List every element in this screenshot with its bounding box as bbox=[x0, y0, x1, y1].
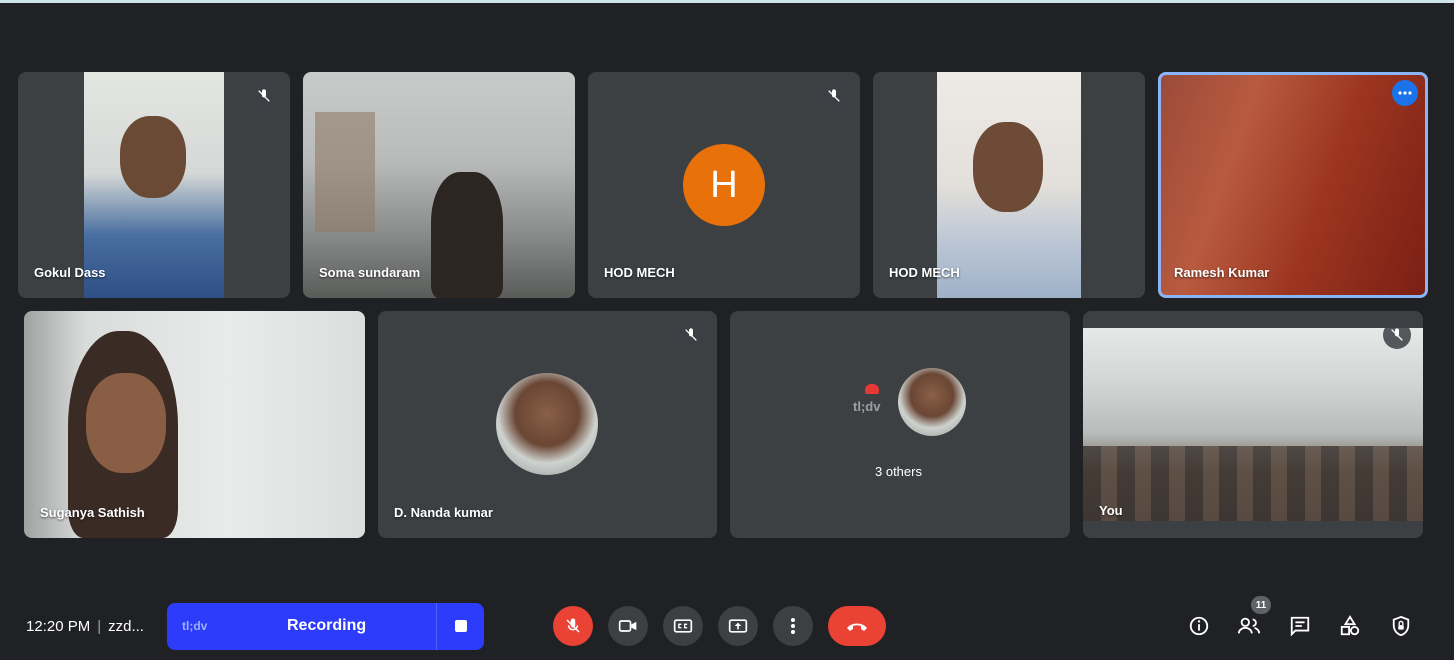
participant-tile-hod-mech-video[interactable]: HOD MECH bbox=[873, 72, 1145, 298]
meeting-details-button[interactable] bbox=[1186, 613, 1212, 639]
recording-banner: tl;dv Recording bbox=[167, 603, 484, 650]
window-top-border bbox=[0, 0, 1454, 3]
mic-off-icon bbox=[250, 82, 278, 110]
participant-tile-d-nanda-kumar[interactable]: D. Nanda kumar bbox=[378, 311, 717, 538]
participant-tile-others[interactable]: tl;dv 3 others bbox=[730, 311, 1070, 538]
participant-name: Ramesh Kumar bbox=[1174, 265, 1270, 280]
activities-icon bbox=[1340, 615, 1360, 636]
mic-off-icon bbox=[677, 321, 705, 349]
divider bbox=[436, 603, 437, 650]
person-face bbox=[86, 373, 166, 473]
participant-name: You bbox=[1099, 503, 1123, 518]
meeting-time-and-code: 12:20 PM | zzd... bbox=[26, 618, 144, 635]
mic-off-icon bbox=[820, 82, 848, 110]
santa-hat-icon bbox=[865, 384, 879, 394]
people-button[interactable] bbox=[1236, 613, 1262, 639]
stop-recording-button[interactable] bbox=[455, 620, 467, 632]
participant-video bbox=[24, 311, 365, 538]
participant-name: Gokul Dass bbox=[34, 265, 106, 280]
camera-toggle-button[interactable] bbox=[608, 606, 648, 646]
participant-tile-hod-mech[interactable]: H HOD MECH bbox=[588, 72, 860, 298]
chat-button[interactable] bbox=[1287, 613, 1313, 639]
people-icon bbox=[1237, 617, 1261, 634]
captions-icon bbox=[673, 619, 693, 633]
more-vert-icon bbox=[791, 618, 795, 634]
recording-label: Recording bbox=[287, 617, 367, 634]
background-window bbox=[315, 112, 375, 232]
person-figure bbox=[431, 172, 503, 298]
leave-call-button[interactable] bbox=[828, 606, 886, 646]
participant-name: D. Nanda kumar bbox=[394, 505, 493, 520]
info-icon bbox=[1189, 616, 1209, 636]
mic-off-icon bbox=[566, 618, 580, 633]
participant-tile-suganya-sathish[interactable]: Suganya Sathish bbox=[24, 311, 365, 538]
participant-name: HOD MECH bbox=[604, 265, 675, 280]
tldv-watermark: tl;dv bbox=[853, 399, 881, 414]
call-end-icon bbox=[847, 623, 867, 631]
captions-button[interactable] bbox=[663, 606, 703, 646]
participant-video bbox=[1083, 328, 1423, 521]
present-screen-button[interactable] bbox=[718, 606, 758, 646]
tldv-logo: tl;dv bbox=[182, 619, 208, 633]
mic-off-icon bbox=[1383, 321, 1411, 349]
others-count-label: 3 others bbox=[875, 464, 922, 479]
separator: | bbox=[97, 618, 102, 635]
audience-rows bbox=[1083, 446, 1423, 521]
participant-name: HOD MECH bbox=[889, 265, 960, 280]
person-figure bbox=[973, 122, 1043, 212]
host-controls-button[interactable] bbox=[1388, 613, 1414, 639]
microphone-toggle-button[interactable] bbox=[553, 606, 593, 646]
more-options-icon[interactable] bbox=[1392, 80, 1418, 106]
chat-icon bbox=[1290, 616, 1310, 637]
host-controls-icon bbox=[1392, 615, 1410, 637]
activities-button[interactable] bbox=[1337, 613, 1363, 639]
person-figure bbox=[120, 116, 186, 198]
camera-icon bbox=[618, 620, 637, 632]
present-screen-icon bbox=[728, 619, 748, 633]
people-count-badge: 11 bbox=[1251, 596, 1271, 614]
participant-tile-ramesh-kumar[interactable]: Ramesh Kumar bbox=[1158, 72, 1428, 298]
avatar: H bbox=[683, 144, 765, 226]
participant-tile-you[interactable]: You bbox=[1083, 311, 1423, 538]
participant-name: Soma sundaram bbox=[319, 265, 421, 280]
avatar bbox=[496, 373, 598, 475]
avatar bbox=[898, 368, 966, 436]
participant-tile-gokul-dass[interactable]: Gokul Dass bbox=[18, 72, 290, 298]
more-options-button[interactable] bbox=[773, 606, 813, 646]
meeting-code[interactable]: zzd... bbox=[108, 618, 144, 635]
participant-name: Suganya Sathish bbox=[40, 505, 145, 520]
participant-tile-soma-sundaram[interactable]: Soma sundaram bbox=[303, 72, 575, 298]
meeting-time: 12:20 PM bbox=[26, 618, 91, 635]
